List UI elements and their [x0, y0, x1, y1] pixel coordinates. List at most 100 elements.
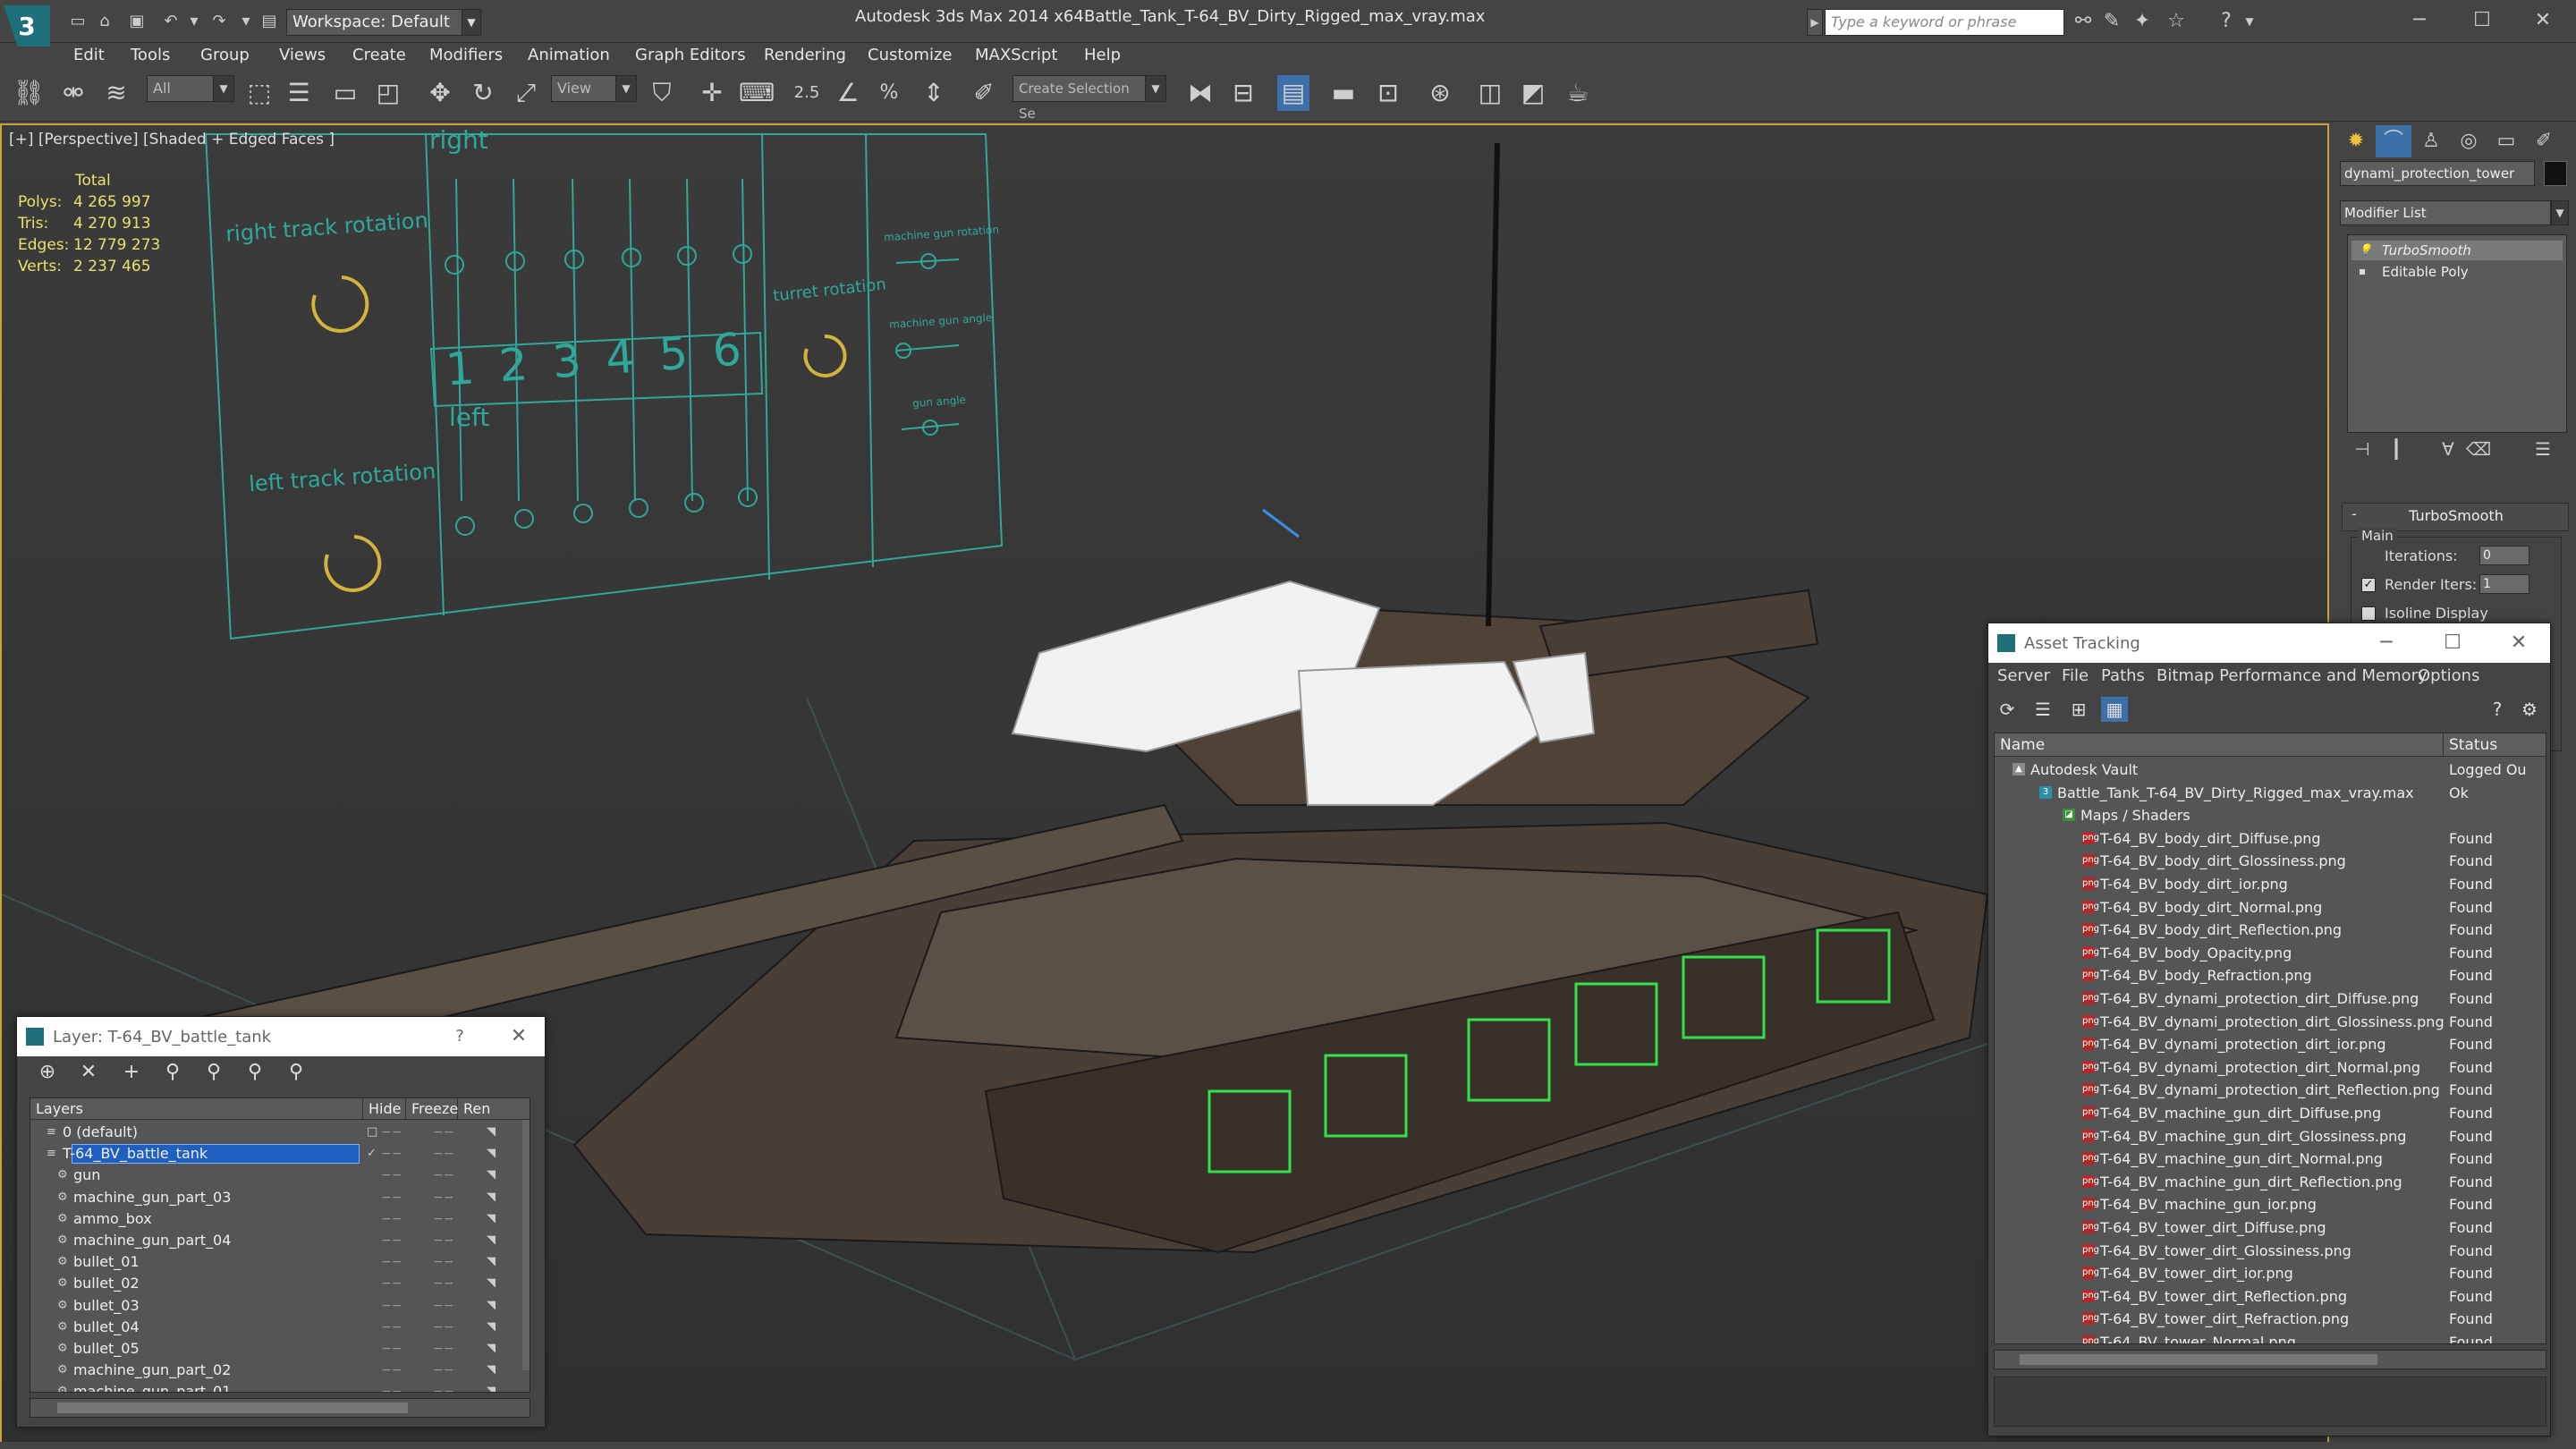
unlink-selection-icon[interactable]: ⚮	[57, 75, 89, 111]
render-teapot-icon[interactable]: ◥	[487, 1343, 499, 1355]
freeze-toggle[interactable]: −−	[433, 1295, 453, 1317]
asset-row[interactable]: png T-64_BV_body_Opacity.png Found	[1995, 942, 2546, 965]
freeze-toggle[interactable]: −−	[433, 1230, 453, 1251]
menu-rendering[interactable]: Rendering	[764, 43, 846, 68]
graphite-ribbon-icon[interactable]: ▬	[1327, 75, 1360, 111]
app-menu-button[interactable]: 3	[4, 5, 50, 47]
chevron-down-icon[interactable]: ▼	[1145, 75, 1166, 102]
layer-row[interactable]: ⚙ machine_gun_part_03 −− −− ◥	[30, 1187, 513, 1208]
asset-row[interactable]: png T-64_BV_tower_dirt_Diffuse.png Found	[1995, 1216, 2546, 1240]
chevron-down-icon[interactable]: ▼	[213, 75, 234, 102]
list-view-icon[interactable]: ☰	[2029, 697, 2056, 722]
layer-row[interactable]: ⚙ bullet_04 −− −− ◥	[30, 1317, 513, 1338]
layer-manager-icon[interactable]: ▤	[1277, 75, 1309, 111]
utilities-tab-icon[interactable]: ✐	[2526, 125, 2562, 157]
column-header-name[interactable]: Name	[1995, 733, 2444, 757]
asset-row[interactable]: png T-64_BV_dynami_protection_dirt_Reflec…	[1995, 1079, 2546, 1102]
render-teapot-icon[interactable]: ◥	[487, 1212, 499, 1225]
menu-paths[interactable]: Paths	[2101, 666, 2145, 685]
layer-row[interactable]: ≡ T-64_BV_battle_tank ✓ −− −− ◥	[30, 1143, 513, 1165]
layer-row[interactable]: ⚙ gun −− −− ◥	[30, 1165, 513, 1186]
render-teapot-icon[interactable]: ◥	[487, 1126, 499, 1139]
snaps-toggle-icon[interactable]: 2.5	[791, 75, 823, 111]
layer-row[interactable]: ⚙ bullet_01 −− −− ◥	[30, 1251, 513, 1273]
asset-row[interactable]: ▲ Autodesk Vault Logged Ou	[1995, 758, 2546, 782]
tree-view-icon[interactable]: ⊞	[2065, 697, 2092, 722]
vertical-scrollbar[interactable]	[522, 1120, 530, 1370]
iterations-spinner[interactable]: 0	[2479, 546, 2529, 565]
motion-tab-icon[interactable]: ◎	[2451, 125, 2487, 157]
help-icon[interactable]: ?	[446, 1024, 473, 1049]
menu-create[interactable]: Create	[352, 43, 406, 68]
asset-row[interactable]: png T-64_BV_machine_gun_ior.png Found	[1995, 1193, 2546, 1216]
asset-row[interactable]: png T-64_BV_dynami_protection_dirt_Normal…	[1995, 1056, 2546, 1080]
menu-server[interactable]: Server	[1997, 666, 2050, 685]
freeze-toggle[interactable]: −−	[433, 1317, 453, 1338]
asset-row[interactable]: png T-64_BV_machine_gun_dirt_Normal.png Fo…	[1995, 1148, 2546, 1171]
close-icon[interactable]: ✕	[2505, 631, 2532, 656]
render-teapot-icon[interactable]: ◥	[487, 1277, 499, 1290]
create-layer-icon[interactable]: ⊕	[33, 1060, 62, 1085]
asset-row[interactable]: png T-64_BV_body_dirt_Reflection.png Found	[1995, 919, 2546, 942]
render-teapot-icon[interactable]: ◥	[487, 1320, 499, 1334]
render-teapot-icon[interactable]: ◥	[487, 1191, 499, 1204]
schematic-view-icon[interactable]: ⊛	[1424, 75, 1456, 111]
remove-modifier-icon[interactable]: ⌫	[2465, 436, 2492, 462]
help-icon[interactable]: ?	[2484, 697, 2511, 722]
hide-toggle[interactable]: −−	[381, 1317, 402, 1338]
minimize-icon[interactable]: ─	[2373, 631, 2400, 656]
asset-row[interactable]: png T-64_BV_machine_gun_dirt_Diffuse.png F…	[1995, 1102, 2546, 1125]
menu-views[interactable]: Views	[279, 43, 326, 68]
window-crossing-icon[interactable]: ◰	[372, 75, 404, 111]
render-setup-icon[interactable]: ◩	[1517, 75, 1549, 111]
asset-row[interactable]: ◪ Maps / Shaders	[1995, 804, 2546, 827]
modifier-list-dropdown[interactable]: Modifier List	[2340, 200, 2551, 225]
asset-row[interactable]: png T-64_BV_body_Refraction.png Found	[1995, 964, 2546, 987]
render-teapot-icon[interactable]: ◥	[487, 1234, 499, 1247]
render-teapot-icon[interactable]: ◥	[487, 1148, 499, 1160]
chevron-down-icon[interactable]: ▼	[615, 75, 637, 102]
undo-dropdown-icon[interactable]: ▾	[182, 11, 206, 32]
binoculars-icon[interactable]: ⚯	[2070, 9, 2097, 34]
hide-toggle[interactable]: −−	[381, 1360, 402, 1381]
render-teapot-icon[interactable]: ◥	[487, 1364, 499, 1377]
asset-row[interactable]: png T-64_BV_body_dirt_ior.png Found	[1995, 873, 2546, 896]
render-teapot-icon[interactable]: ◥	[487, 1169, 499, 1182]
render-iters-spinner[interactable]: 1	[2479, 574, 2529, 594]
menu-help[interactable]: Help	[1084, 43, 1121, 68]
layer-row[interactable]: ⚙ machine_gun_part_01 −− −− ◥	[30, 1381, 513, 1392]
menu-animation[interactable]: Animation	[528, 43, 610, 68]
add-to-layer-icon[interactable]: +	[117, 1060, 146, 1085]
named-selection-set-dropdown[interactable]: Create Selection Se	[1013, 75, 1147, 122]
keyboard-shortcut-toggle-icon[interactable]: ⌨	[739, 75, 775, 111]
select-by-name-icon[interactable]: ☰	[283, 75, 315, 111]
chevron-down-icon[interactable]: ▼	[2551, 200, 2569, 225]
make-unique-icon[interactable]: ∀	[2435, 436, 2462, 462]
create-tab-icon[interactable]: ✹	[2338, 125, 2374, 157]
current-layer-checkmark-icon[interactable]: ✓	[367, 1148, 379, 1160]
layer-row[interactable]: ⚙ ammo_box −− −− ◥	[30, 1208, 513, 1230]
layer-row[interactable]: ⚙ machine_gun_part_04 −− −− ◥	[30, 1230, 513, 1251]
maximize-icon[interactable]: ☐	[2439, 631, 2466, 656]
freeze-toggle[interactable]: −−	[433, 1208, 453, 1230]
search-input[interactable]: Type a keyword or phrase	[1825, 9, 2064, 36]
close-icon[interactable]: ✕	[505, 1024, 532, 1049]
hide-toggle[interactable]: −−	[381, 1122, 402, 1143]
select-and-link-icon[interactable]: ⛓	[13, 75, 45, 111]
hide-toggle[interactable]: −−	[381, 1273, 402, 1294]
asset-row[interactable]: 3 Battle_Tank_T-64_BV_Dirty_Rigged_max_vr…	[1995, 782, 2546, 805]
render-iters-checkbox[interactable]: ✓	[2361, 578, 2376, 592]
hide-toggle[interactable]: −−	[381, 1338, 402, 1360]
asset-row[interactable]: png T-64_BV_dynami_protection_dirt_Glossi…	[1995, 1011, 2546, 1034]
select-and-move-icon[interactable]: ✥	[424, 75, 456, 111]
asset-row[interactable]: png T-64_BV_tower_Normal.png Found	[1995, 1331, 2546, 1343]
project-folder-icon[interactable]: ▤	[258, 11, 281, 32]
angle-snap-icon[interactable]: ∠	[832, 75, 864, 111]
layer-row[interactable]: ⚙ machine_gun_part_02 −− −− ◥	[30, 1360, 513, 1381]
layer-row[interactable]: ⚙ bullet_02 −− −− ◥	[30, 1273, 513, 1294]
hide-all-layers-icon[interactable]: ⚲	[241, 1060, 269, 1085]
save-file-icon[interactable]: ▣	[125, 11, 148, 32]
asset-row[interactable]: png T-64_BV_body_dirt_Normal.png Found	[1995, 896, 2546, 919]
menu-group[interactable]: Group	[200, 43, 250, 68]
show-end-result-icon[interactable]: ┃	[2383, 436, 2410, 462]
